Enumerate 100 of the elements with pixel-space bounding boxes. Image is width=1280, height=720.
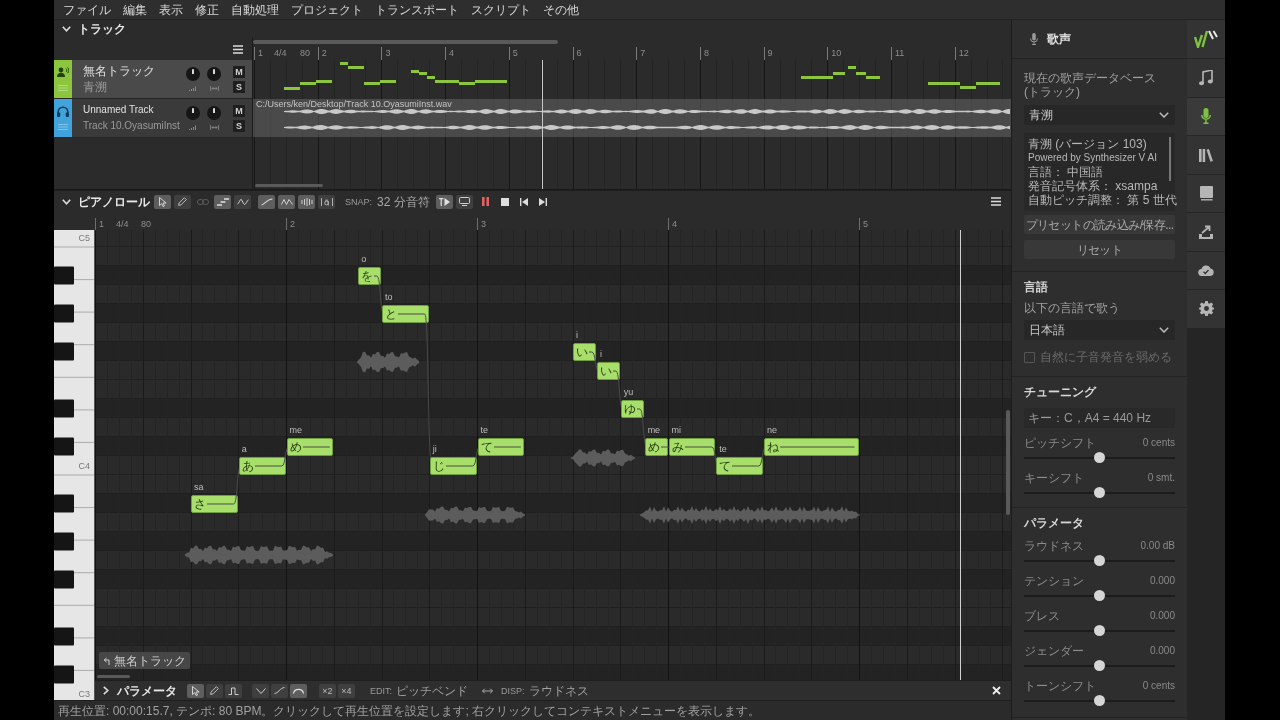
sidebar-tab[interactable] <box>1187 174 1225 213</box>
track-header[interactable]: Unnamed Track Track 10.OyasumiInst M S <box>54 99 252 138</box>
mute-button[interactable]: M <box>233 105 245 117</box>
monitor-button[interactable] <box>455 194 473 209</box>
horizontal-scrollbar[interactable] <box>253 40 558 44</box>
swap-arrows-icon[interactable] <box>482 687 493 694</box>
arch-curve-button[interactable] <box>290 683 307 698</box>
chevron-right-icon[interactable] <box>103 686 109 695</box>
pitch-curve <box>302 445 331 448</box>
audio-clip[interactable]: C:/Users/ken/Desktop/Track 10.OyasumiInst.wav <box>253 99 1011 137</box>
horizontal-scrollbar[interactable] <box>97 675 130 678</box>
slider-value: 0 cents <box>1142 679 1175 693</box>
slider-thumb[interactable] <box>1094 487 1105 498</box>
menu-item[interactable]: その他 <box>543 2 579 17</box>
sidebar-tab[interactable] <box>1187 97 1225 136</box>
measure-number: 1 <box>254 47 263 60</box>
rise-curve-button[interactable] <box>271 683 288 698</box>
slider-thumb[interactable] <box>1094 660 1105 671</box>
zigzag-curve-button[interactable] <box>278 194 295 209</box>
sidebar-tab[interactable] <box>1187 213 1225 252</box>
menu-item[interactable]: 自動処理 <box>231 2 279 17</box>
step-tool-button[interactable] <box>225 683 242 698</box>
v-curve-button[interactable] <box>252 683 269 698</box>
pencil-tool-button[interactable] <box>206 683 223 698</box>
pitch-curve <box>589 350 599 372</box>
note-tool-button[interactable] <box>214 194 231 209</box>
headphones-icon <box>57 106 69 117</box>
multiplier-button[interactable]: ×2 <box>319 683 336 698</box>
lyric-button[interactable] <box>318 194 335 209</box>
close-icon[interactable] <box>992 686 1001 695</box>
snap-value[interactable]: 32 分音符 <box>377 194 430 209</box>
solo-button[interactable]: S <box>233 81 245 93</box>
measure-number: 7 <box>636 47 646 60</box>
sidebar-tab[interactable] <box>1187 251 1225 290</box>
edit-value[interactable]: ピッチベンド <box>396 683 468 698</box>
chevron-down-icon <box>1159 112 1169 118</box>
phoneme-label: to <box>385 292 393 302</box>
vibrato-button[interactable] <box>298 194 315 209</box>
menu-item[interactable]: プロジェクト <box>291 2 363 17</box>
curve-tool-button[interactable] <box>234 194 251 209</box>
preset-button[interactable]: プリセットの読み込み/保存... <box>1024 215 1175 234</box>
cloud-check-icon <box>1198 264 1214 276</box>
piano-keyboard[interactable] <box>54 230 95 700</box>
slider-thumb[interactable] <box>1094 625 1105 636</box>
sidebar-tab[interactable] <box>1187 290 1225 329</box>
select-tool-button[interactable] <box>154 194 171 209</box>
note-grid[interactable] <box>95 230 1011 680</box>
chevron-down-icon[interactable] <box>62 26 71 32</box>
vertical-scrollbar[interactable] <box>1006 410 1010 515</box>
menu-item[interactable]: トランスポート <box>375 2 459 17</box>
drag-handle-icon[interactable] <box>58 124 68 130</box>
pan-arrows-icon <box>209 86 219 91</box>
menu-item[interactable]: ファイル <box>63 2 111 17</box>
voice-dropdown[interactable]: 青溯 <box>1024 105 1175 125</box>
panel-title: 歌声 <box>1047 32 1071 46</box>
library-icon <box>1199 147 1213 162</box>
horizontal-scrollbar[interactable] <box>255 184 323 187</box>
follow-playhead-button[interactable] <box>435 194 453 209</box>
vertical-scrollbar[interactable] <box>1169 137 1171 181</box>
display-value[interactable]: ラウドネス <box>528 683 589 698</box>
volume-knob-icon[interactable] <box>186 67 200 81</box>
time-signature: 4/4 <box>116 218 129 230</box>
menu-icon[interactable] <box>991 197 1001 206</box>
menu-item[interactable]: 表示 <box>159 2 183 17</box>
reset-button[interactable]: リセット <box>1024 240 1175 259</box>
pencil-tool-button[interactable] <box>174 194 191 209</box>
vibrato-bars-icon <box>300 197 313 206</box>
mute-button[interactable]: M <box>233 66 245 78</box>
display-label: DISP: <box>501 684 525 697</box>
smooth-curve-button[interactable] <box>258 194 275 209</box>
smooth-curve-icon <box>260 197 273 206</box>
solo-button[interactable]: S <box>233 120 245 132</box>
track-subtitle: 青溯 <box>83 80 108 94</box>
time-signature: 4/4 <box>274 47 287 60</box>
slider-thumb[interactable] <box>1094 452 1105 463</box>
volume-knob-icon[interactable] <box>186 106 200 120</box>
multiplier-button[interactable]: ×4 <box>338 683 355 698</box>
sidebar-tab[interactable] <box>1187 136 1225 175</box>
menu-item[interactable]: 修正 <box>195 2 219 17</box>
slider-value: 0 cents <box>1142 436 1175 450</box>
slider-thumb[interactable] <box>1094 555 1105 566</box>
back-to-track-button[interactable]: 無名トラック <box>99 652 190 669</box>
track-header[interactable]: 無名トラック 青溯 M S <box>54 60 252 99</box>
select-tool-button[interactable] <box>187 683 204 698</box>
tempo-value: 80 <box>300 47 310 60</box>
drag-handle-icon[interactable] <box>58 85 68 91</box>
menu-icon[interactable] <box>233 44 243 54</box>
sidebar-tab[interactable] <box>1187 59 1225 98</box>
rising-curve-icon <box>274 687 285 694</box>
key-label: C5 <box>78 231 90 244</box>
pan-knob-icon[interactable] <box>207 106 221 120</box>
slider-thumb[interactable] <box>1094 695 1105 706</box>
slider-thumb[interactable] <box>1094 590 1105 601</box>
pan-knob-icon[interactable] <box>207 67 221 81</box>
menu-item[interactable]: スクリプト <box>471 2 531 17</box>
chevron-down-icon[interactable] <box>62 198 71 205</box>
microphone-icon <box>1030 33 1038 45</box>
key-field[interactable]: キー：C，A4 = 440 Hz <box>1024 408 1175 428</box>
menu-item[interactable]: 編集 <box>123 2 147 17</box>
language-dropdown[interactable]: 日本語 <box>1024 320 1175 340</box>
